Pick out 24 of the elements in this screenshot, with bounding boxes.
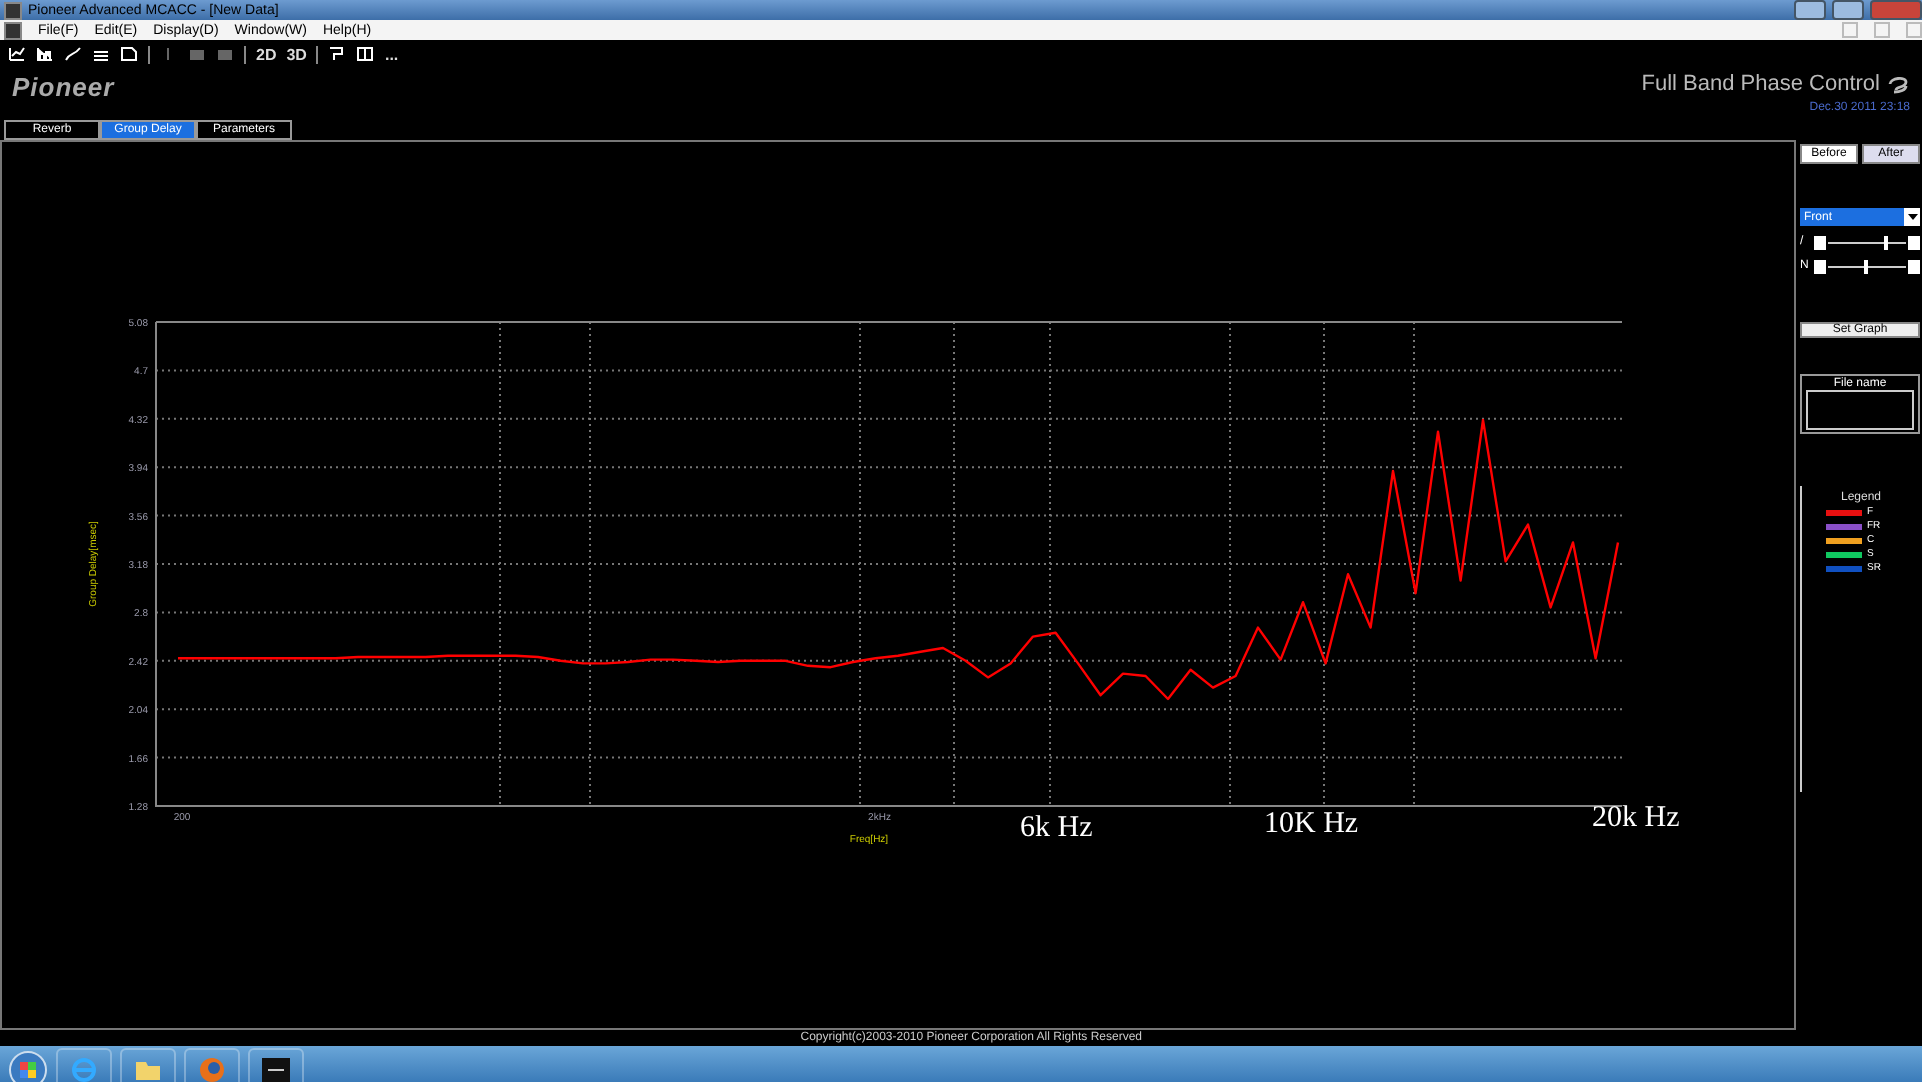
frequency-annotation: 10K Hz (1264, 808, 1359, 842)
caret-icon (1907, 214, 1917, 220)
chart-icon[interactable] (8, 46, 26, 62)
maximize-button[interactable] (1832, 0, 1864, 20)
document-icon[interactable] (120, 46, 138, 62)
product-title: Full Band Phase Control (1641, 72, 1880, 96)
app-icon[interactable] (262, 1057, 290, 1081)
swirl-icon (1886, 74, 1910, 94)
file-name-field[interactable] (1806, 390, 1914, 430)
columns-icon[interactable] (356, 46, 375, 62)
more-button[interactable]: ... (384, 45, 399, 63)
curve-icon[interactable] (64, 46, 82, 62)
minimize-button[interactable] (1794, 0, 1826, 20)
flag-icon[interactable] (328, 46, 347, 62)
slider-thumb[interactable] (1884, 235, 1889, 249)
chart-icon[interactable] (36, 46, 54, 62)
view-mode-button[interactable]: 3D (286, 45, 307, 63)
start-button[interactable] (8, 1049, 48, 1082)
slider-thumb[interactable] (1863, 259, 1868, 273)
stack-icon[interactable] (92, 46, 110, 62)
frequency-annotation: 20k Hz (1592, 802, 1680, 836)
view-mode-button[interactable]: 2D (256, 45, 277, 63)
frequency-annotation: 6k Hz (1020, 812, 1093, 846)
brand-logo: Pioneer (12, 72, 115, 102)
